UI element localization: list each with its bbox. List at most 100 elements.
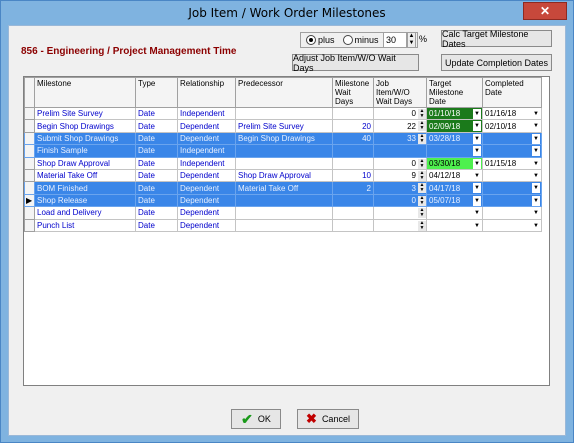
target-date-cell[interactable]: 03/30/18 ▼ xyxy=(426,156,483,170)
cancel-button[interactable]: ✖ Cancel xyxy=(297,409,359,429)
type-cell[interactable]: Date xyxy=(135,144,178,158)
spinner-icon[interactable]: ▲ ▼ xyxy=(418,220,426,231)
target-date-cell[interactable]: 02/09/18 ▼ xyxy=(426,119,483,133)
plus-radio[interactable]: plus xyxy=(306,35,335,45)
adjust-wait-days-button[interactable]: Adjust Job Item/W/O Wait Days xyxy=(292,53,419,73)
ok-button[interactable]: ✔ OK xyxy=(231,409,281,429)
job-wait-cell[interactable]: 33 ▲ ▼ xyxy=(373,131,427,146)
job-wait-cell[interactable]: 0 ▲ ▼ xyxy=(373,156,427,170)
spinner-icon[interactable]: ▲ ▼ xyxy=(418,109,426,119)
dropdown-arrow-icon[interactable]: ▼ xyxy=(473,221,481,231)
row-indicator[interactable] xyxy=(24,119,35,133)
row-indicator[interactable] xyxy=(24,218,35,232)
type-cell[interactable]: Date xyxy=(135,193,178,208)
milestone-wait-cell[interactable] xyxy=(332,144,374,158)
milestone-wait-cell[interactable] xyxy=(332,206,374,220)
completed-date-cell[interactable]: ▼ xyxy=(482,206,542,220)
close-button[interactable]: ✕ xyxy=(523,2,567,20)
current-row-indicator-icon[interactable]: ▶ xyxy=(24,193,35,208)
milestone-cell[interactable]: Begin Shop Drawings xyxy=(34,119,136,133)
table-row[interactable]: Load and Delivery Date Dependent ▲ ▼ ▼ ▼ xyxy=(24,206,542,220)
spinner-icon[interactable]: ▲ ▼ xyxy=(418,195,426,206)
type-cell[interactable]: Date xyxy=(135,131,178,146)
dropdown-arrow-icon[interactable]: ▼ xyxy=(532,195,540,206)
relationship-cell[interactable]: Dependent xyxy=(177,218,236,232)
dropdown-arrow-icon[interactable]: ▼ xyxy=(473,121,481,132)
completed-date-cell[interactable]: 02/10/18 ▼ xyxy=(482,119,542,133)
milestone-cell[interactable]: Submit Shop Drawings xyxy=(34,131,136,146)
dropdown-arrow-icon[interactable]: ▼ xyxy=(473,171,481,181)
job-wait-cell[interactable]: ▲ ▼ xyxy=(373,218,427,232)
relationship-cell[interactable]: Dependent xyxy=(177,181,236,195)
row-indicator[interactable] xyxy=(24,106,35,121)
milestone-cell[interactable]: Shop Release xyxy=(34,193,136,208)
predecessor-cell[interactable]: Prelim Site Survey xyxy=(235,119,333,133)
milestone-wait-cell[interactable]: 40 xyxy=(332,131,374,146)
milestone-cell[interactable]: Punch List xyxy=(34,218,136,232)
table-row[interactable]: Material Take Off Date Dependent Shop Dr… xyxy=(24,168,542,183)
milestone-wait-cell[interactable]: 10 xyxy=(332,168,374,183)
predecessor-cell[interactable] xyxy=(235,144,333,158)
milestone-cell[interactable]: Material Take Off xyxy=(34,168,136,183)
job-wait-cell[interactable]: 22 ▲ ▼ xyxy=(373,119,427,133)
job-wait-cell[interactable]: ▲ ▼ xyxy=(373,206,427,220)
calc-target-dates-button[interactable]: Calc Target Milestone Dates xyxy=(441,29,552,49)
relationship-cell[interactable]: Independent xyxy=(177,144,236,158)
relationship-cell[interactable]: Independent xyxy=(177,106,236,121)
dropdown-arrow-icon[interactable]: ▼ xyxy=(473,109,481,119)
milestone-wait-cell[interactable]: 2 xyxy=(332,181,374,195)
dropdown-arrow-icon[interactable]: ▼ xyxy=(532,121,540,131)
table-row[interactable]: BOM Finished Date Dependent Material Tak… xyxy=(24,181,542,195)
type-cell[interactable]: Date xyxy=(135,156,178,170)
dropdown-arrow-icon[interactable]: ▼ xyxy=(473,195,481,206)
dropdown-arrow-icon[interactable]: ▼ xyxy=(532,221,540,231)
spinner-icon[interactable]: ▲ ▼ xyxy=(418,183,426,194)
predecessor-cell[interactable] xyxy=(235,218,333,232)
completed-date-cell[interactable]: ▼ xyxy=(482,193,542,208)
milestone-cell[interactable]: Load and Delivery xyxy=(34,206,136,220)
dropdown-arrow-icon[interactable]: ▼ xyxy=(473,208,481,218)
dropdown-arrow-icon[interactable]: ▼ xyxy=(532,183,540,194)
completed-date-cell[interactable]: 01/16/18 ▼ xyxy=(482,106,542,121)
spinner-icon[interactable]: ▲ ▼ xyxy=(418,158,426,169)
dropdown-arrow-icon[interactable]: ▼ xyxy=(532,159,540,169)
milestone-wait-cell[interactable] xyxy=(332,193,374,208)
update-completion-dates-button[interactable]: Update Completion Dates xyxy=(441,54,552,71)
table-row[interactable]: Begin Shop Drawings Date Dependent Preli… xyxy=(24,119,542,133)
predecessor-cell[interactable]: Shop Draw Approval xyxy=(235,168,333,183)
completed-date-cell[interactable]: ▼ xyxy=(482,181,542,195)
target-date-cell[interactable]: 04/17/18 ▼ xyxy=(426,181,483,195)
relationship-cell[interactable]: Dependent xyxy=(177,119,236,133)
job-wait-cell[interactable]: 0 ▲ ▼ xyxy=(373,193,427,208)
type-cell[interactable]: Date xyxy=(135,218,178,232)
type-cell[interactable]: Date xyxy=(135,206,178,220)
row-indicator[interactable] xyxy=(24,206,35,220)
completed-date-cell[interactable]: ▼ xyxy=(482,218,542,232)
milestone-cell[interactable]: BOM Finished xyxy=(34,181,136,195)
row-indicator[interactable] xyxy=(24,168,35,183)
table-row[interactable]: Shop Draw Approval Date Independent 0 ▲ ▼ … xyxy=(24,156,542,170)
table-row[interactable]: Submit Shop Drawings Date Dependent Begi… xyxy=(24,131,542,146)
dropdown-arrow-icon[interactable]: ▼ xyxy=(473,158,481,169)
spinner-icon[interactable]: ▲ ▼ xyxy=(418,170,426,181)
completed-date-cell[interactable]: ▼ xyxy=(482,131,542,146)
dropdown-arrow-icon[interactable]: ▼ xyxy=(532,171,540,181)
row-indicator[interactable] xyxy=(24,181,35,195)
job-wait-cell[interactable]: 0 ▲ ▼ xyxy=(373,106,427,121)
milestone-wait-cell[interactable] xyxy=(332,156,374,170)
target-date-cell[interactable]: 05/07/18 ▼ xyxy=(426,193,483,208)
target-date-cell[interactable]: ▼ xyxy=(426,218,483,232)
dropdown-arrow-icon[interactable]: ▼ xyxy=(532,146,540,157)
target-date-cell[interactable]: ▼ xyxy=(426,144,483,158)
target-date-cell[interactable]: 04/12/18 ▼ xyxy=(426,168,483,183)
relationship-cell[interactable]: Dependent xyxy=(177,206,236,220)
target-date-cell[interactable]: 01/10/18 ▼ xyxy=(426,106,483,121)
job-wait-cell[interactable]: 3 ▲ ▼ xyxy=(373,181,427,195)
milestone-wait-cell[interactable] xyxy=(332,218,374,232)
type-cell[interactable]: Date xyxy=(135,181,178,195)
dropdown-arrow-icon[interactable]: ▼ xyxy=(473,183,481,194)
target-date-cell[interactable]: ▼ xyxy=(426,206,483,220)
completed-date-cell[interactable]: ▼ xyxy=(482,144,542,158)
predecessor-cell[interactable] xyxy=(235,193,333,208)
row-indicator[interactable] xyxy=(24,144,35,158)
